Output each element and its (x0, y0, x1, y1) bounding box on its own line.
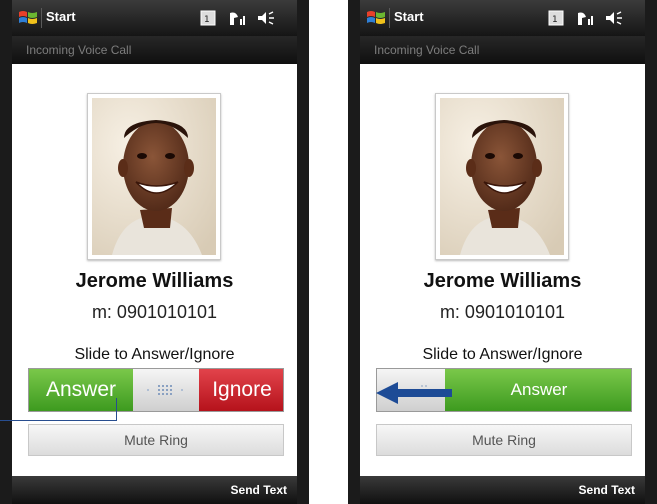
slide-instruction: Slide to Answer/Ignore (74, 346, 235, 363)
title-separator (389, 8, 390, 28)
windows-start-icon[interactable] (366, 8, 386, 28)
title-bar: Start 1 (12, 0, 297, 36)
phone-screen-left: Start 1 Incoming Voice Call Jerome Willi… (0, 0, 309, 504)
speaker-icon[interactable] (606, 11, 622, 25)
caller-number: m: 0901010101 (439, 302, 566, 322)
callout-line (0, 420, 116, 421)
caller-number: m: 0901010101 (91, 302, 218, 322)
caller-portrait-image (440, 98, 564, 255)
title-separator (41, 8, 42, 28)
soft-key-bar: Send Text (360, 476, 645, 504)
slider-handle[interactable] (133, 369, 199, 411)
caller-photo (87, 93, 221, 260)
call-status-bar: Incoming Voice Call (12, 36, 297, 64)
mute-ring-button[interactable]: Mute Ring (376, 424, 632, 456)
left-arrow-icon (376, 382, 452, 404)
call-status-text: Incoming Voice Call (26, 43, 132, 57)
call-status-bar: Incoming Voice Call (360, 36, 645, 64)
status-icons: 1 (200, 10, 274, 26)
signal-icon[interactable] (578, 12, 593, 26)
start-label[interactable]: Start (46, 9, 76, 24)
answer-ignore-slider[interactable]: Answer Ignore (28, 368, 284, 412)
caller-portrait-image (92, 98, 216, 255)
answer-label: Answer (45, 378, 117, 401)
start-label[interactable]: Start (394, 9, 424, 24)
caller-photo (435, 93, 569, 260)
status-icons: 1 (548, 10, 622, 26)
mute-ring-label: Mute Ring (124, 432, 188, 448)
title-bar: Start 1 (360, 0, 645, 36)
answer-label: Answer (510, 380, 568, 399)
callout-tick (116, 398, 117, 421)
slide-instruction: Slide to Answer/Ignore (422, 346, 583, 363)
send-text-softkey[interactable]: Send Text (231, 483, 287, 497)
answer-zone[interactable]: Answer (29, 369, 133, 411)
phone-screen-right: Start 1 Incoming Voice Call Jerome Willi… (348, 0, 657, 504)
answer-zone[interactable]: Answer (445, 369, 631, 411)
svg-text:1: 1 (204, 15, 210, 25)
ignore-zone[interactable]: Ignore (199, 369, 283, 411)
soft-key-bar: Send Text (12, 476, 297, 504)
ignore-label: Ignore (212, 378, 272, 401)
mute-ring-label: Mute Ring (472, 432, 536, 448)
calendar-icon[interactable]: 1 (200, 10, 216, 26)
speaker-icon[interactable] (258, 11, 274, 25)
caller-name: Jerome Williams (75, 270, 234, 292)
caller-name: Jerome Williams (423, 270, 582, 292)
calendar-icon[interactable]: 1 (548, 10, 564, 26)
send-text-softkey[interactable]: Send Text (579, 483, 635, 497)
grip-icon (147, 385, 183, 395)
svg-text:1: 1 (552, 15, 558, 25)
windows-start-icon[interactable] (18, 8, 38, 28)
signal-icon[interactable] (230, 12, 245, 26)
call-status-text: Incoming Voice Call (374, 43, 480, 57)
mute-ring-button[interactable]: Mute Ring (28, 424, 284, 456)
